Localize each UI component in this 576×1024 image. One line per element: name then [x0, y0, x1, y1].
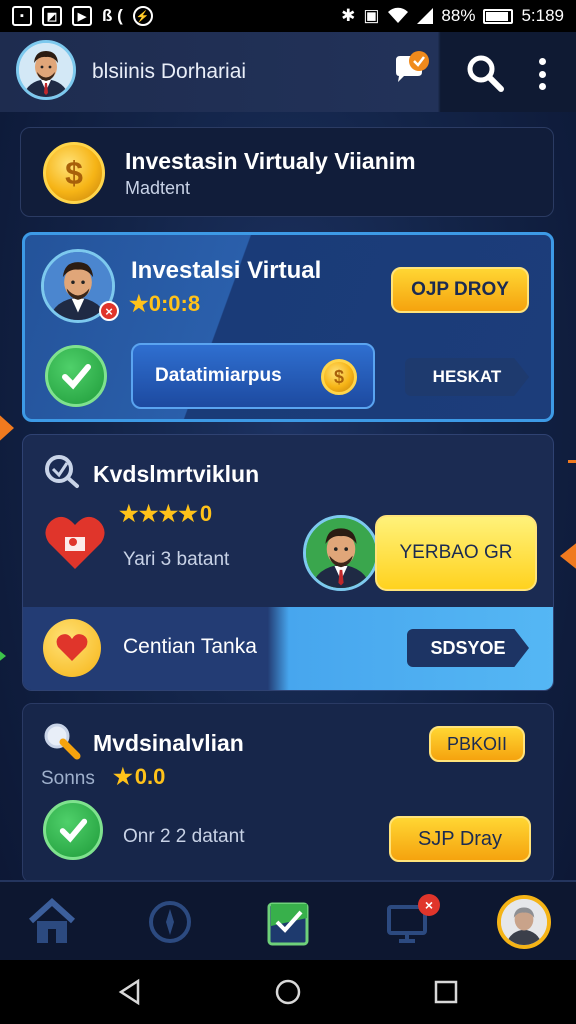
man-avatar-icon	[306, 518, 376, 588]
card-title: Kvdslmrtviklun	[93, 461, 260, 487]
search-coin-icon	[44, 723, 81, 760]
nav-home[interactable]	[24, 894, 80, 950]
decor-shape-left	[0, 410, 14, 446]
battery-percent: 88%	[441, 6, 476, 25]
card-subtitle: Madtent	[125, 178, 191, 198]
messenger-icon: ⚡	[132, 6, 153, 26]
profile-icon	[497, 895, 551, 949]
rating-value: ★0:0:8	[129, 291, 201, 316]
promo-button[interactable]: YERBAO GR	[375, 515, 537, 591]
search-icon[interactable]	[466, 54, 504, 92]
star-icon: ★	[113, 764, 133, 789]
advisor-avatar[interactable]	[303, 515, 379, 591]
back-icon[interactable]	[116, 978, 144, 1006]
stars-glyphs: ★★★★	[119, 501, 198, 526]
badge-button[interactable]: PBKOII	[429, 726, 525, 762]
portfolio-card[interactable]: Kvdslmrtviklun ★★★★ 0 Yari 3 batant YERB…	[22, 434, 554, 691]
photo-icon: ◩	[42, 6, 62, 26]
bottom-navigation: ×	[0, 880, 576, 960]
system-navigation-bar	[0, 960, 576, 1024]
stars-value: 0	[199, 501, 213, 526]
footer-label: Centian Tanka	[123, 635, 257, 658]
rating-block: ★ 0.0	[113, 764, 165, 790]
check-icon	[45, 345, 107, 407]
close-badge-icon[interactable]: ×	[99, 301, 119, 321]
next-button[interactable]: HESKAT	[405, 358, 529, 396]
status-time: 5:189	[521, 6, 564, 25]
battery-icon	[483, 8, 514, 24]
man-avatar-icon	[19, 43, 73, 97]
decor-shape-right	[560, 540, 576, 572]
check-icon	[43, 800, 103, 860]
featured-investment-card[interactable]: × Investalsi Virtual ★0:0:8 OJP DROY Dat…	[22, 232, 554, 422]
chat-notification-icon[interactable]	[392, 50, 430, 84]
wallet-search-icon	[45, 455, 79, 488]
nav-profile[interactable]	[496, 894, 552, 950]
nav-explore[interactable]	[142, 894, 198, 950]
heart-gift-icon	[45, 516, 105, 569]
signal-icon	[417, 8, 434, 24]
decor-shape-left-small	[0, 648, 6, 664]
app-screen: ▪ ◩ ▶ ß ( ⚡ ✱ ▣ 88% 5:189 blsiinis Dorha…	[0, 0, 576, 1024]
rating-value: 0.0	[134, 764, 166, 789]
primary-action-button[interactable]: SJP Dray	[389, 816, 531, 862]
card-title: Investasin Virtualy Viianim	[125, 148, 416, 174]
recent-apps-icon[interactable]	[432, 978, 460, 1006]
card-subtitle: Onr 2 2 datant	[123, 826, 245, 847]
app-header: blsiinis Dorhariai	[0, 32, 576, 112]
image-icon: ▪	[12, 6, 32, 26]
coin-icon: $	[321, 359, 357, 395]
decor-line-right	[568, 460, 576, 463]
vibrate-icon: ▣	[363, 6, 380, 25]
label-left: Sonns	[41, 768, 95, 789]
gallery-icon: ▶	[72, 6, 92, 26]
coin-icon: $	[43, 142, 105, 204]
compass-icon	[149, 901, 191, 943]
heart-badge-icon	[43, 619, 101, 677]
wifi-icon	[388, 7, 409, 23]
more-options-icon[interactable]	[530, 54, 554, 94]
bluetooth-icon: ✱	[341, 6, 356, 25]
nav-monitor[interactable]: ×	[380, 894, 440, 950]
nav-wallet[interactable]	[260, 894, 316, 950]
wide-action-label: Datatimiarpus	[155, 365, 282, 386]
home-circle-icon[interactable]	[274, 978, 302, 1006]
footer-action-button[interactable]: SDSYOE	[407, 629, 529, 667]
card-title: Mvdsinalvlian	[93, 730, 244, 756]
home-icon	[28, 897, 76, 943]
user-avatar[interactable]	[16, 40, 76, 100]
primary-action-button[interactable]: OJP DROY	[391, 267, 529, 313]
status-left-text: ß (	[102, 6, 123, 25]
wallet-icon	[267, 902, 309, 946]
savings-card[interactable]: Mvdsinalvlian PBKOII Sonns ★ 0.0 Onr 2 2…	[22, 703, 554, 883]
info-card-top[interactable]: $ Investasin Virtualy Viianim Madtent	[20, 127, 554, 217]
card-title: Investalsi Virtual	[131, 257, 322, 284]
card-subtitle: Yari 3 batant	[123, 549, 230, 570]
notification-badge-icon: ×	[418, 894, 440, 916]
page-title: blsiinis Dorhariai	[92, 60, 247, 83]
status-bar: ▪ ◩ ▶ ß ( ⚡ ✱ ▣ 88% 5:189	[0, 0, 576, 32]
star-rating: ★★★★ 0	[119, 501, 212, 527]
